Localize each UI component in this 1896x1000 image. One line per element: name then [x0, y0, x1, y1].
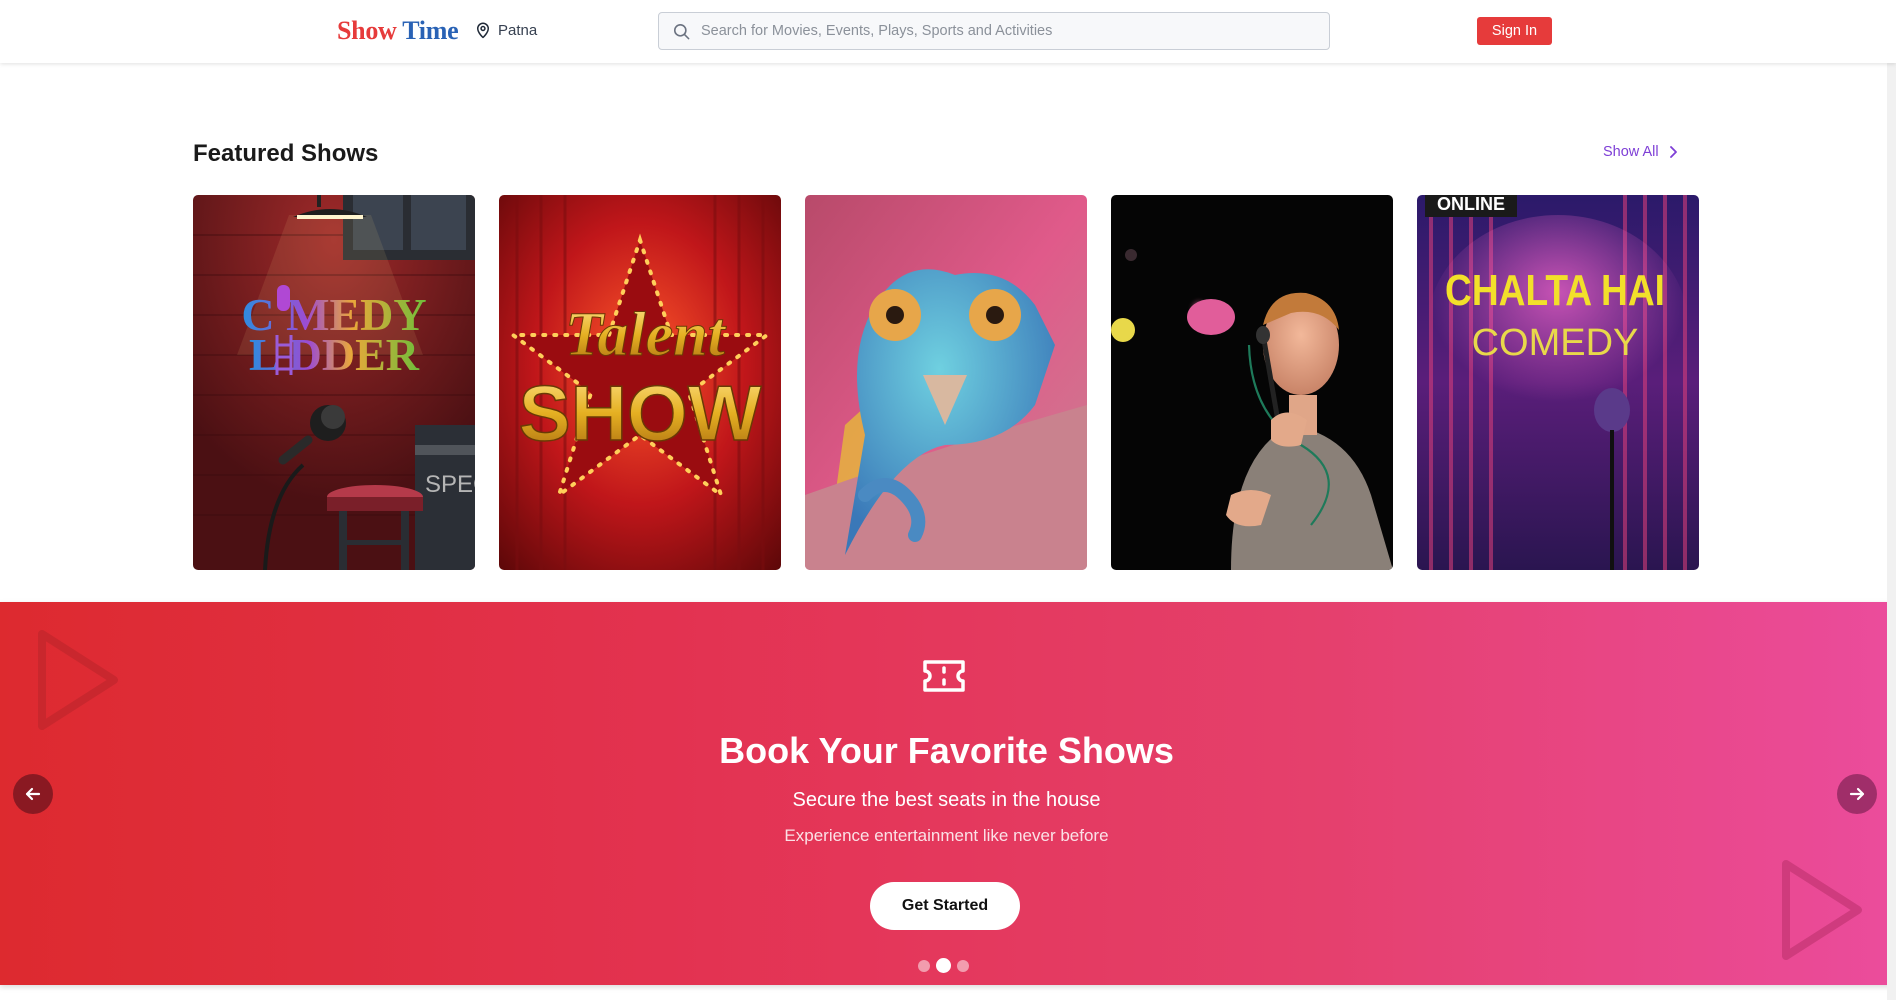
play-triangle-decoration-icon	[1782, 860, 1862, 960]
carousel-next-button[interactable]	[1837, 774, 1877, 814]
carousel-dots	[918, 958, 969, 973]
show-all-link[interactable]: Show All	[1603, 144, 1678, 160]
chalta-hai-poster: ONLINE CHALTA HAI COMEDY	[1417, 195, 1699, 570]
play-triangle-decoration-icon	[38, 630, 118, 730]
show-card-talent-show[interactable]: Talent SHOW	[499, 195, 781, 570]
chameleon-poster	[805, 195, 1087, 570]
hero-subtitle: Secure the best seats in the house	[792, 789, 1101, 811]
search-icon	[673, 23, 690, 39]
logo-word-show: Show	[337, 16, 397, 45]
ticket-icon	[923, 660, 965, 692]
show-all-label: Show All	[1603, 144, 1659, 160]
hero-banner: Book Your Favorite Shows Secure the best…	[0, 602, 1893, 985]
show-card-standup[interactable]	[1111, 195, 1393, 570]
comedy-ladder-poster: C MEDY L DDER SPECI GUES	[193, 195, 475, 570]
carousel-dot-3[interactable]	[957, 959, 969, 972]
talent-show-poster: Talent SHOW	[499, 195, 781, 570]
top-navbar: Show Time Patna Sign In	[0, 0, 1896, 63]
talent-show-line2: SHOW	[519, 369, 762, 457]
search-input[interactable]	[701, 23, 1329, 39]
standup-poster	[1111, 195, 1393, 570]
carousel-dot-2[interactable]	[936, 958, 951, 973]
show-card-comedy-ladder[interactable]: C MEDY L DDER SPECI GUES	[193, 195, 475, 570]
arrow-right-icon	[1849, 787, 1865, 801]
arrow-left-icon	[25, 787, 41, 801]
talent-show-line1: Talent	[565, 301, 726, 369]
search-bar[interactable]	[658, 12, 1330, 50]
carousel-dot-1[interactable]	[918, 959, 930, 972]
location-label: Patna	[498, 21, 538, 39]
featured-shows-heading: Featured Shows	[193, 140, 379, 167]
chalta-hai-line1: CHALTA HAI	[1445, 266, 1665, 315]
location-pin-icon	[477, 22, 489, 39]
comedy-ladder-line2: L DDER	[249, 329, 420, 380]
page-scrollbar[interactable]	[1887, 0, 1896, 1000]
carousel-prev-button[interactable]	[13, 774, 53, 814]
hero-title: Book Your Favorite Shows	[719, 730, 1174, 771]
location-selector[interactable]: Patna	[474, 20, 537, 40]
comedy-ladder-sign: SPECI GUES	[425, 471, 475, 498]
show-card-chameleon[interactable]	[805, 195, 1087, 570]
sign-in-button[interactable]: Sign In	[1477, 17, 1552, 45]
get-started-button[interactable]: Get Started	[870, 882, 1020, 930]
logo[interactable]: Show Time	[337, 15, 459, 47]
show-card-chalta-hai[interactable]: ONLINE CHALTA HAI COMEDY	[1417, 195, 1699, 570]
chevron-right-icon	[1669, 146, 1677, 158]
logo-word-time: Time	[402, 16, 459, 45]
chalta-hai-badge: ONLINE	[1437, 195, 1505, 214]
featured-shows-carousel: C MEDY L DDER SPECI GUES	[193, 195, 1699, 570]
hero-tagline: Experience entertainment like never befo…	[784, 826, 1109, 845]
chalta-hai-line2: COMEDY	[1472, 322, 1639, 364]
